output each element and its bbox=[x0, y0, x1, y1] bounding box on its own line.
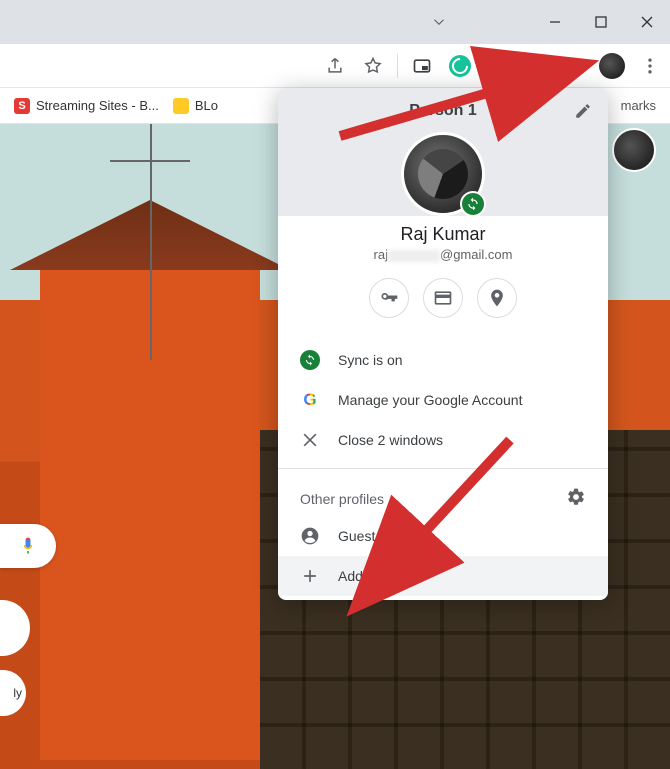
close-windows-label: Close 2 windows bbox=[338, 432, 443, 448]
bookmark-label: BLo bbox=[195, 98, 218, 113]
guest-person-icon bbox=[300, 526, 320, 546]
pip-extension-icon[interactable] bbox=[408, 52, 436, 80]
popup-header: Person 1 bbox=[278, 88, 608, 216]
other-bookmarks-label[interactable]: marks bbox=[621, 98, 656, 113]
bookmark-label: Streaming Sites - B... bbox=[36, 98, 159, 113]
sync-badge-icon bbox=[460, 191, 486, 217]
sync-on-icon bbox=[300, 350, 320, 370]
browser-toolbar bbox=[0, 44, 670, 88]
manage-profiles-gear-icon[interactable] bbox=[566, 487, 586, 510]
bookmark-folder-icon bbox=[173, 98, 189, 114]
share-icon[interactable] bbox=[321, 52, 349, 80]
profile-avatar-button[interactable] bbox=[598, 52, 626, 80]
profile-email: raj@gmail.com bbox=[278, 247, 608, 262]
close-windows-row[interactable]: Close 2 windows bbox=[278, 420, 608, 460]
email-redacted bbox=[388, 250, 440, 262]
quick-actions-row bbox=[278, 262, 608, 336]
side-panel-icon[interactable] bbox=[560, 52, 588, 80]
payment-methods-button[interactable] bbox=[423, 278, 463, 318]
profile-name: Raj Kumar bbox=[278, 224, 608, 245]
profile-popup: Person 1 Raj Kumar raj@gmail.com bbox=[278, 88, 608, 600]
chrome-menu-icon[interactable] bbox=[636, 52, 664, 80]
profile-avatar bbox=[401, 132, 485, 216]
close-x-icon bbox=[300, 430, 320, 450]
close-window-button[interactable] bbox=[624, 6, 670, 38]
sync-label: Sync is on bbox=[338, 352, 403, 368]
playlist-extension-icon[interactable] bbox=[522, 52, 550, 80]
bookmark-favicon-icon bbox=[14, 98, 30, 114]
tab-search-button[interactable] bbox=[430, 0, 448, 44]
divider bbox=[278, 468, 608, 469]
plus-icon bbox=[300, 566, 320, 586]
profile-menu: Sync is on G Manage your Google Account … bbox=[278, 336, 608, 600]
voice-search-button[interactable] bbox=[0, 524, 56, 568]
other-profiles-header: Other profiles bbox=[278, 477, 608, 516]
page-account-avatar[interactable] bbox=[612, 128, 656, 172]
profile-title: Person 1 bbox=[292, 102, 594, 120]
addresses-button[interactable] bbox=[477, 278, 517, 318]
add-profile-row[interactable]: Add bbox=[278, 556, 608, 596]
manage-account-label: Manage your Google Account bbox=[338, 392, 522, 408]
manage-account-row[interactable]: G Manage your Google Account bbox=[278, 380, 608, 420]
passwords-button[interactable] bbox=[369, 278, 409, 318]
edit-profile-button[interactable] bbox=[574, 102, 592, 123]
sync-row[interactable]: Sync is on bbox=[278, 340, 608, 380]
maximize-button[interactable] bbox=[578, 6, 624, 38]
minimize-button[interactable] bbox=[532, 6, 578, 38]
bookmark-star-icon[interactable] bbox=[359, 52, 387, 80]
bookmark-blo[interactable]: BLo bbox=[173, 98, 218, 114]
other-profiles-label: Other profiles bbox=[300, 491, 384, 507]
bookmark-streaming[interactable]: Streaming Sites - B... bbox=[14, 98, 159, 114]
grammarly-extension-icon[interactable] bbox=[446, 52, 474, 80]
separator bbox=[397, 54, 398, 78]
window-titlebar bbox=[0, 0, 670, 44]
google-g-icon: G bbox=[300, 390, 320, 410]
guest-profile-row[interactable]: Guest bbox=[278, 516, 608, 556]
extensions-puzzle-icon[interactable] bbox=[484, 52, 512, 80]
add-label: Add bbox=[338, 568, 363, 584]
guest-label: Guest bbox=[338, 528, 375, 544]
